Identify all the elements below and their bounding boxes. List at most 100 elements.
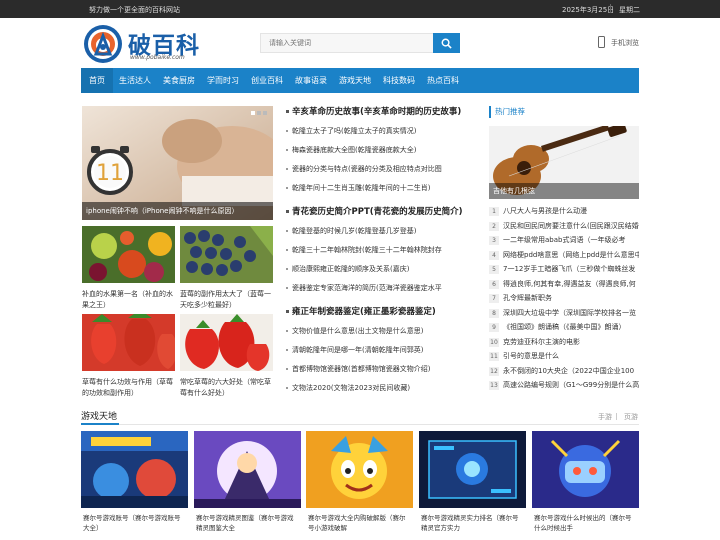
tile-caption[interactable]: 常吃草莓的六大好处（常吃草莓有什么好处） xyxy=(180,377,273,399)
list-item[interactable]: 瓷器鉴定专家范海洋的简历(范海洋瓷器鉴定水平 xyxy=(286,279,482,298)
hot-feature[interactable]: 吉他有几根弦 xyxy=(489,126,639,199)
main-nav: 首页 生活达人 美食厨房 学而时习 创业百科 故事语录 游戏天地 科技数码 热点… xyxy=(81,68,639,93)
article-section: 辛亥革命历史故事(辛亥革命时期的历史故事) 乾隆立太子了吗(乾隆立太子的真实情况… xyxy=(286,104,482,198)
section-title[interactable]: 雍正年制瓷器鉴定(雍正墨彩瓷器鉴定) xyxy=(286,304,482,320)
game-image xyxy=(194,431,301,508)
hot-title: 热门推荐 xyxy=(489,106,639,118)
logo-url: www.pobaike.com xyxy=(130,54,185,61)
list-item[interactable]: 首都博物馆瓷器馆(首都博物馆瓷器文物介绍) xyxy=(286,360,482,379)
search-icon xyxy=(441,38,452,49)
nav-item-hot[interactable]: 热点百科 xyxy=(421,68,465,93)
hot-ranking: 1 八尺大人与男孩是什么动漫 2 汉民和回民同房要注意什么(回民跟汉民结婚 3 一二年… xyxy=(489,204,639,393)
tile-image xyxy=(180,314,273,371)
list-item[interactable]: 乾隆立太子了吗(乾隆立太子的真实情况) xyxy=(286,122,482,141)
list-item[interactable]: 梅森瓷器底款大全图(乾隆瓷器底款大全) xyxy=(286,141,482,160)
logo-icon xyxy=(84,25,122,63)
tile-caption[interactable]: 草莓有什么功效与作用（草莓的功效和副作用） xyxy=(82,377,175,399)
image-tile[interactable]: 补血的水果第一名（补血的水果之王） xyxy=(82,226,175,311)
game-tile[interactable]: 赛尔号游戏什么时候出的（赛尔号什么时候出手 xyxy=(532,431,639,533)
mobile-view-label: 手机浏览 xyxy=(611,39,639,47)
tile-caption[interactable]: 蓝莓的副作用太大了（蓝莓一天吃多少粒最好） xyxy=(180,289,273,311)
list-item[interactable]: 3 一二年级常用abab式词语（一年级必考 xyxy=(489,233,639,248)
nav-item-tech[interactable]: 科技数码 xyxy=(377,68,421,93)
slider-dot[interactable] xyxy=(263,111,267,115)
article-section: 雍正年制瓷器鉴定(雍正墨彩瓷器鉴定) 文物价值是什么意思(出土文物是什么意思) … xyxy=(286,304,482,398)
current-weekday: 星期二 xyxy=(619,6,640,14)
phone-icon xyxy=(598,36,605,48)
list-item[interactable]: 12 永不倒闭的10大央企（2022中国企业100 xyxy=(489,364,639,379)
section-title[interactable]: 辛亥革命历史故事(辛亥革命时期的历史故事) xyxy=(286,104,482,120)
nav-item-home[interactable]: 首页 xyxy=(81,68,113,93)
hot-recommend: 热门推荐 吉他有几根弦 1 八尺大人与男孩是什么动漫 2 汉民和回民同房要注意什么(… xyxy=(489,106,639,393)
current-date: 2025年3月25日 xyxy=(562,6,615,14)
list-item[interactable]: 9 《祖国颂》朗诵稿（《最美中国》朗诵） xyxy=(489,320,639,335)
slider-dot[interactable] xyxy=(251,111,255,115)
list-item[interactable]: 8 深圳四大垃圾中学（深圳国际学校排名一览 xyxy=(489,306,639,321)
slider-dot[interactable] xyxy=(257,111,261,115)
image-tile[interactable]: 草莓有什么功效与作用（草莓的功效和副作用） xyxy=(82,310,177,399)
hot-feature-caption: 吉他有几根弦 xyxy=(489,183,639,199)
nav-item-life[interactable]: 生活达人 xyxy=(113,68,157,93)
web-games-link[interactable]: 页游 xyxy=(624,412,638,422)
tile-image xyxy=(180,226,273,283)
list-item[interactable]: 6 得逍良师,何其有幸,得遇益友（得遇良师,何 xyxy=(489,277,639,292)
search-input[interactable] xyxy=(260,33,433,53)
list-item[interactable]: 2 汉民和回民同房要注意什么(回民跟汉民结婚 xyxy=(489,219,639,234)
slider-caption[interactable]: iphone闹钟不响（iPhone闹钟不响是什么原因） xyxy=(82,202,273,220)
nav-item-study[interactable]: 学而时习 xyxy=(201,68,245,93)
list-item[interactable]: 顺治康熙雍正乾隆的顺序及关系(嘉庆) xyxy=(286,260,482,279)
list-item[interactable]: 文物价值是什么意思(出土文物是什么意思) xyxy=(286,322,482,341)
search-button[interactable] xyxy=(433,33,460,53)
list-item[interactable]: 13 高速公路编号规则（G1～G99分别是什么高 xyxy=(489,378,639,393)
image-tile[interactable]: 常吃草莓的六大好处（常吃草莓有什么好处） xyxy=(180,314,273,399)
game-caption[interactable]: 赛尔号游戏大全内购破解版（赛尔号小游戏破解 xyxy=(306,513,413,533)
game-caption[interactable]: 赛尔号游戏什么时候出的（赛尔号什么时候出手 xyxy=(532,513,639,533)
list-item[interactable]: 乾隆三十二年翰林院封(乾隆三十二年翰林院封存 xyxy=(286,241,482,260)
game-caption[interactable]: 赛尔号游戏精灵图鉴（赛尔号游戏精灵图鉴大全 xyxy=(194,513,301,533)
game-tile[interactable]: 赛尔号游戏精灵实力排名（赛尔号精灵官方实力 xyxy=(419,431,526,533)
article-section: 青花瓷历史简介PPT(青花瓷的发展历史简介) 乾隆登基的时候几岁(乾隆登基几岁登… xyxy=(286,204,482,298)
games-section-header: 游戏天地 手游 页游 xyxy=(81,405,639,425)
game-image xyxy=(419,431,526,508)
list-item[interactable]: 清朝乾隆年间是哪一年(清朝乾隆年间郭英) xyxy=(286,341,482,360)
list-item[interactable]: 5 7一12岁手工暗器飞爪（三秒做个蜘蛛丝发 xyxy=(489,262,639,277)
game-caption[interactable]: 赛尔号游戏账号（赛尔号游戏账号大全） xyxy=(81,513,188,533)
tile-image xyxy=(82,226,175,283)
list-item[interactable]: 乾隆登基的时候几岁(乾隆登基几岁登基) xyxy=(286,222,482,241)
list-item[interactable]: 11 引号的意思是什么 xyxy=(489,349,639,364)
site-slogan: 努力做一个更全面的百科网站 xyxy=(89,6,180,14)
title-underline xyxy=(81,423,119,425)
article-column: 辛亥革命历史故事(辛亥革命时期的历史故事) 乾隆立太子了吗(乾隆立太子的真实情况… xyxy=(286,104,482,404)
game-tile[interactable]: 赛尔号游戏精灵图鉴（赛尔号游戏精灵图鉴大全 xyxy=(194,431,301,533)
game-image xyxy=(532,431,639,508)
section-title[interactable]: 游戏天地 xyxy=(81,409,117,422)
nav-item-food[interactable]: 美食厨房 xyxy=(157,68,201,93)
site-logo[interactable]: 破百科 www.pobaike.com xyxy=(83,24,213,64)
list-item[interactable]: 4 网络梗pdd啥意思（网络上pdd是什么意思中 xyxy=(489,248,639,263)
game-image xyxy=(306,431,413,508)
game-tile[interactable]: 赛尔号游戏大全内购破解版（赛尔号小游戏破解 xyxy=(306,431,413,533)
slider-badge: 11 xyxy=(96,161,124,186)
nav-item-games[interactable]: 游戏天地 xyxy=(333,68,377,93)
divider xyxy=(616,413,617,420)
divider xyxy=(610,4,611,13)
nav-item-stories[interactable]: 故事语录 xyxy=(289,68,333,93)
game-caption[interactable]: 赛尔号游戏精灵实力排名（赛尔号精灵官方实力 xyxy=(419,513,526,533)
image-tile[interactable]: 蓝莓的副作用太大了（蓝莓一天吃多少粒最好） xyxy=(180,226,273,311)
list-item[interactable]: 乾隆年间十二生肖玉雕(乾隆年间的十二生肖) xyxy=(286,179,482,198)
tile-image xyxy=(82,310,177,371)
top-bar: 努力做一个更全面的百科网站 2025年3月25日 星期二 xyxy=(0,0,720,18)
list-item[interactable]: 7 孔令辉最新职务 xyxy=(489,291,639,306)
tile-caption[interactable]: 补血的水果第一名（补血的水果之王） xyxy=(82,289,175,311)
section-title[interactable]: 青花瓷历史简介PPT(青花瓷的发展历史简介) xyxy=(286,204,482,220)
list-item[interactable]: 1 八尺大人与男孩是什么动漫 xyxy=(489,204,639,219)
slider-dots xyxy=(251,111,267,115)
list-item[interactable]: 文物法2020(文物法2023对民间收藏) xyxy=(286,379,482,398)
featured-slider[interactable]: 11 iphone闹钟不响（iPhone闹钟不响是什么原因） xyxy=(82,106,273,220)
list-item[interactable]: 10 克劳迪亚科尔主演的电影 xyxy=(489,335,639,350)
game-tile[interactable]: 赛尔号游戏账号（赛尔号游戏账号大全） xyxy=(81,431,188,533)
list-item[interactable]: 瓷器的分类与特点(瓷器的分类及相应特点对比图 xyxy=(286,160,482,179)
nav-item-business[interactable]: 创业百科 xyxy=(245,68,289,93)
mobile-games-link[interactable]: 手游 xyxy=(598,412,612,422)
game-image xyxy=(81,431,188,508)
